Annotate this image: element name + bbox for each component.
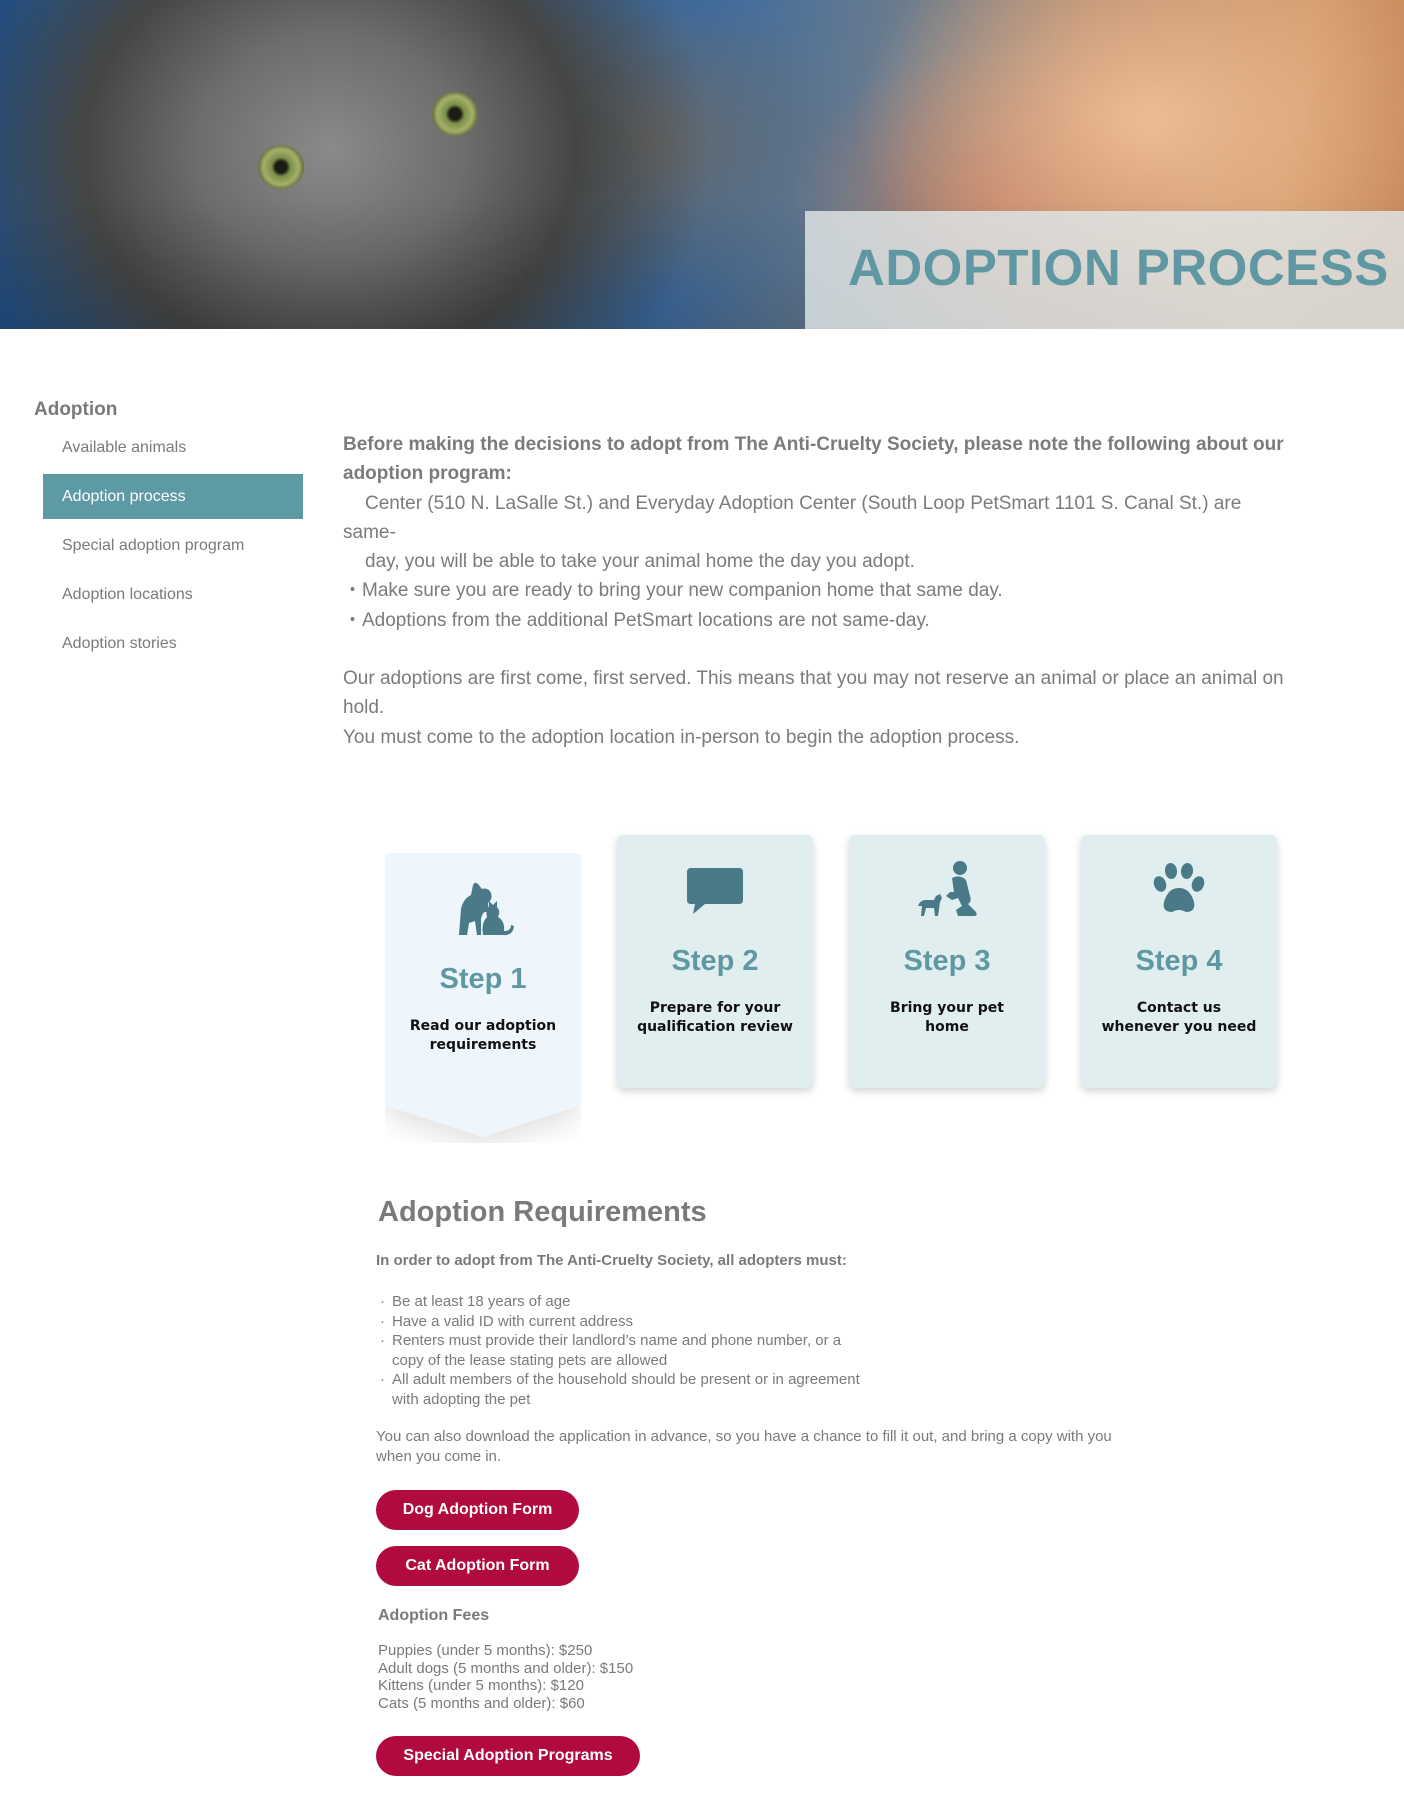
step-card-3[interactable]: Step 3 Bring your pet home (849, 835, 1045, 1088)
step-title: Step 2 (671, 945, 759, 977)
step-description: Bring your pet home (859, 999, 1035, 1037)
step-description-line: Contact us (1136, 1000, 1222, 1016)
fee-item: Kittens (under 5 months): $120 (378, 1677, 584, 1695)
download-note-line: You can also download the application in… (376, 1428, 1112, 1445)
step-description-line: Read our adoption (409, 1018, 557, 1034)
cat-eye-right (432, 92, 478, 136)
intro-lead-line: adoption program: (343, 463, 512, 485)
download-note: You can also download the application in… (376, 1427, 1166, 1467)
fees-title: Adoption Fees (378, 1607, 490, 1624)
list-item: Renters must provide their landlord’s na… (378, 1331, 938, 1370)
intro-text: Before making the decisions to adopt fro… (343, 430, 1323, 752)
intro-line: day, you will be able to take your anima… (365, 551, 915, 573)
speech-bubble-icon (617, 866, 813, 916)
intro-bullet: ・Make sure you are ready to bring your n… (343, 580, 1003, 602)
intro-paragraph-line: You must come to the adoption location i… (343, 726, 1020, 748)
sidebar-item-adoption-stories[interactable]: Adoption stories (43, 621, 303, 666)
dog-and-cat-icon (385, 879, 581, 937)
special-adoption-programs-button[interactable]: Special Adoption Programs (376, 1736, 640, 1776)
list-item: Have a valid ID with current address (378, 1312, 938, 1332)
intro-paragraph-line: hold. (343, 697, 385, 719)
list-item-text: copy of the lease stating pets are allow… (392, 1351, 668, 1369)
step-description: Contact us whenever you need (1091, 999, 1267, 1037)
step-description-line: whenever you need (1101, 1019, 1257, 1035)
fee-item: Cats (5 months and older): $60 (378, 1694, 585, 1712)
list-item-text: Renters must provide their landlord’s na… (392, 1332, 842, 1350)
page-title: ADOPTION PROCESS (848, 239, 1389, 296)
step-card-1[interactable]: Step 1 Read our adoption requirements (385, 853, 581, 1143)
fee-item: Adult dogs (5 months and older): $150 (378, 1659, 634, 1677)
step-description: Read our adoption requirements (395, 1017, 571, 1055)
step-card-4[interactable]: Step 4 Contact us whenever you need (1081, 835, 1277, 1088)
step-title: Step 1 (439, 963, 527, 995)
dog-adoption-form-button[interactable]: Dog Adoption Form (376, 1490, 579, 1530)
step-title: Step 4 (1135, 945, 1223, 977)
intro-lead-line: Before making the decisions to adopt fro… (343, 434, 1284, 455)
requirements-list: Be at least 18 years of age Have a valid… (378, 1292, 938, 1410)
intro-line: same- (343, 521, 396, 543)
fee-item: Puppies (under 5 months): $250 (378, 1642, 593, 1659)
person-with-dog-icon (849, 860, 1045, 918)
list-item-text: Have a valid ID with current address (392, 1312, 633, 1330)
requirements-title: Adoption Requirements (378, 1196, 707, 1228)
step-title: Step 3 (903, 945, 991, 977)
cat-adoption-form-button[interactable]: Cat Adoption Form (376, 1546, 579, 1586)
sidebar-heading[interactable]: Adoption (34, 399, 117, 421)
intro-bullet: ・Adoptions from the additional PetSmart … (343, 609, 930, 631)
list-item: All adult members of the household shoul… (378, 1370, 938, 1409)
step-description-line: Bring your pet (890, 1000, 1004, 1016)
download-note-line: when you come in. (376, 1448, 502, 1465)
step-card-2[interactable]: Step 2 Prepare for your qualification re… (617, 835, 813, 1088)
step-description-line: Prepare for your (649, 1000, 781, 1016)
intro-line: Center (510 N. LaSalle St.) and Everyday… (365, 492, 1242, 514)
list-item: Be at least 18 years of age (378, 1292, 938, 1312)
step-description: Prepare for your qualification review (627, 999, 803, 1037)
list-item-text: with adopting the pet (392, 1390, 531, 1408)
intro-paragraph-line: Our adoptions are first come, first serv… (343, 668, 1284, 690)
sidebar-item-special-adoption-program[interactable]: Special adoption program (43, 523, 303, 568)
paw-print-icon (1081, 862, 1277, 914)
sidebar-item-adoption-locations[interactable]: Adoption locations (43, 572, 303, 617)
step-description-line: requirements (429, 1037, 537, 1053)
cat-eye-left (258, 145, 304, 189)
sidebar-nav: Available animals Adoption process Speci… (43, 425, 303, 670)
requirements-intro: In order to adopt from The Anti-Cruelty … (376, 1252, 847, 1269)
list-item-text: All adult members of the household shoul… (392, 1371, 860, 1389)
list-item-text: Be at least 18 years of age (392, 1293, 571, 1310)
fees-list: Puppies (under 5 months): $250 Adult dog… (378, 1642, 633, 1712)
sidebar-item-adoption-process[interactable]: Adoption process (43, 474, 303, 519)
step-description-line: home (925, 1019, 969, 1035)
hero-banner: ADOPTION PROCESS (0, 0, 1404, 329)
sidebar-item-available-animals[interactable]: Available animals (43, 425, 303, 470)
step-description-line: qualification review (637, 1019, 793, 1035)
